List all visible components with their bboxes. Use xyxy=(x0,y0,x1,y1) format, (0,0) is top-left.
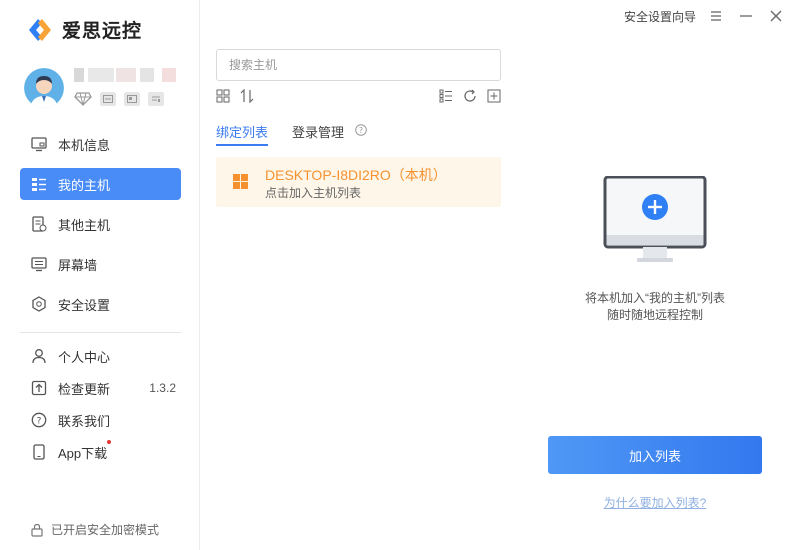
why-add-link[interactable]: 为什么要加入列表? xyxy=(520,494,790,511)
sidebar-item-security[interactable]: 安全设置 xyxy=(20,288,181,320)
version-number: 1.3.2 xyxy=(149,381,176,395)
sidebar-item-screen-wall[interactable]: 屏幕墙 xyxy=(20,248,181,280)
sidebar-item-app-download[interactable]: App下载 xyxy=(20,440,181,464)
minimize-icon[interactable] xyxy=(738,8,754,24)
add-host-icon[interactable] xyxy=(487,89,501,103)
sidebar-item-label: 本机信息 xyxy=(58,137,111,153)
app-logo: 爱思远控 xyxy=(26,16,142,43)
windows-icon xyxy=(233,174,248,189)
refresh-icon[interactable] xyxy=(463,89,477,103)
close-icon[interactable] xyxy=(768,8,784,24)
sidebar-item-my-hosts[interactable]: 我的主机 xyxy=(20,168,181,200)
svg-text:?: ? xyxy=(37,417,42,427)
avatar[interactable] xyxy=(24,68,64,108)
sidebar-item-profile[interactable]: 个人中心 xyxy=(20,344,181,368)
sidebar-item-other-hosts[interactable]: 其他主机 xyxy=(20,208,181,240)
monitor-illustration xyxy=(603,176,707,262)
title-bar: 安全设置向导 xyxy=(200,0,802,32)
update-icon xyxy=(31,380,47,396)
sidebar-item-label: 检查更新 xyxy=(58,381,111,397)
add-to-list-button[interactable]: 加入列表 xyxy=(548,436,762,474)
add-hint-line2: 随时随地远程控制 xyxy=(606,308,703,322)
sidebar-secondary-nav: 个人中心 检查更新 1.3.2 ? 联系我们 App下载 xyxy=(20,344,181,472)
app-window: 爱思远控 本机信息 我的主机 其他主机 屏幕墙 安全设置 个人中心 检查更新 1… xyxy=(0,0,802,550)
host-tabs: 绑定列表 登录管理 xyxy=(216,122,344,146)
list-view-icon[interactable] xyxy=(439,89,453,103)
menu-icon[interactable] xyxy=(708,8,724,24)
sidebar-item-label: 我的主机 xyxy=(58,177,111,193)
sidebar-item-check-update[interactable]: 检查更新 1.3.2 xyxy=(20,376,181,400)
sidebar-divider xyxy=(20,332,181,333)
monitor-icon xyxy=(31,136,47,152)
search-input[interactable] xyxy=(216,49,501,81)
sidebar-item-label: App下载 xyxy=(58,445,108,461)
masked-username xyxy=(74,68,184,82)
tab-login-management[interactable]: 登录管理 xyxy=(292,122,344,146)
notification-dot xyxy=(107,440,111,444)
host-hint: 点击加入主机列表 xyxy=(265,186,362,200)
secure-mode-label: 已开启安全加密模式 xyxy=(51,523,160,537)
sidebar-nav: 本机信息 我的主机 其他主机 屏幕墙 安全设置 xyxy=(20,128,181,328)
user-profile[interactable] xyxy=(24,68,184,112)
shield-icon xyxy=(31,296,47,312)
screen-wall-icon xyxy=(31,256,47,272)
sidebar-item-contact[interactable]: ? 联系我们 xyxy=(20,408,181,432)
phone-icon xyxy=(31,444,47,460)
svg-text:?: ? xyxy=(359,126,363,135)
lock-icon xyxy=(31,523,43,537)
sidebar-item-label: 其他主机 xyxy=(58,217,111,233)
host-name: DESKTOP-I8DI2RO（本机） xyxy=(265,167,447,183)
diamond-icon xyxy=(74,92,92,106)
host-list-icon xyxy=(31,176,47,192)
app-name: 爱思远控 xyxy=(62,21,143,42)
sort-icon[interactable] xyxy=(240,89,254,103)
devices-icon xyxy=(31,216,47,232)
id-icon xyxy=(124,92,140,106)
card-icon xyxy=(100,92,116,106)
tab-bound-list[interactable]: 绑定列表 xyxy=(216,122,269,146)
user-badges xyxy=(74,92,164,106)
sidebar: 爱思远控 本机信息 我的主机 其他主机 屏幕墙 安全设置 个人中心 检查更新 1… xyxy=(0,0,200,550)
host-card-local[interactable]: DESKTOP-I8DI2RO（本机） 点击加入主机列表 xyxy=(216,157,501,207)
add-hint-line1: 将本机加入“我的主机”列表 xyxy=(585,291,725,305)
sidebar-item-label: 安全设置 xyxy=(58,297,111,313)
grid-view-icon[interactable] xyxy=(216,89,230,103)
user-icon xyxy=(31,348,47,364)
sidebar-item-label: 屏幕墙 xyxy=(58,257,98,273)
sidebar-item-label: 联系我们 xyxy=(58,413,111,429)
sidebar-item-label: 个人中心 xyxy=(58,349,111,365)
chart-icon xyxy=(148,92,164,106)
secure-mode-status: 已开启安全加密模式 xyxy=(30,521,159,538)
sidebar-item-local-info[interactable]: 本机信息 xyxy=(20,128,181,160)
help-icon: ? xyxy=(31,412,47,428)
logo-icon xyxy=(29,18,51,41)
question-icon[interactable]: ? xyxy=(355,124,367,136)
security-wizard-link[interactable]: 安全设置向导 xyxy=(624,8,696,25)
